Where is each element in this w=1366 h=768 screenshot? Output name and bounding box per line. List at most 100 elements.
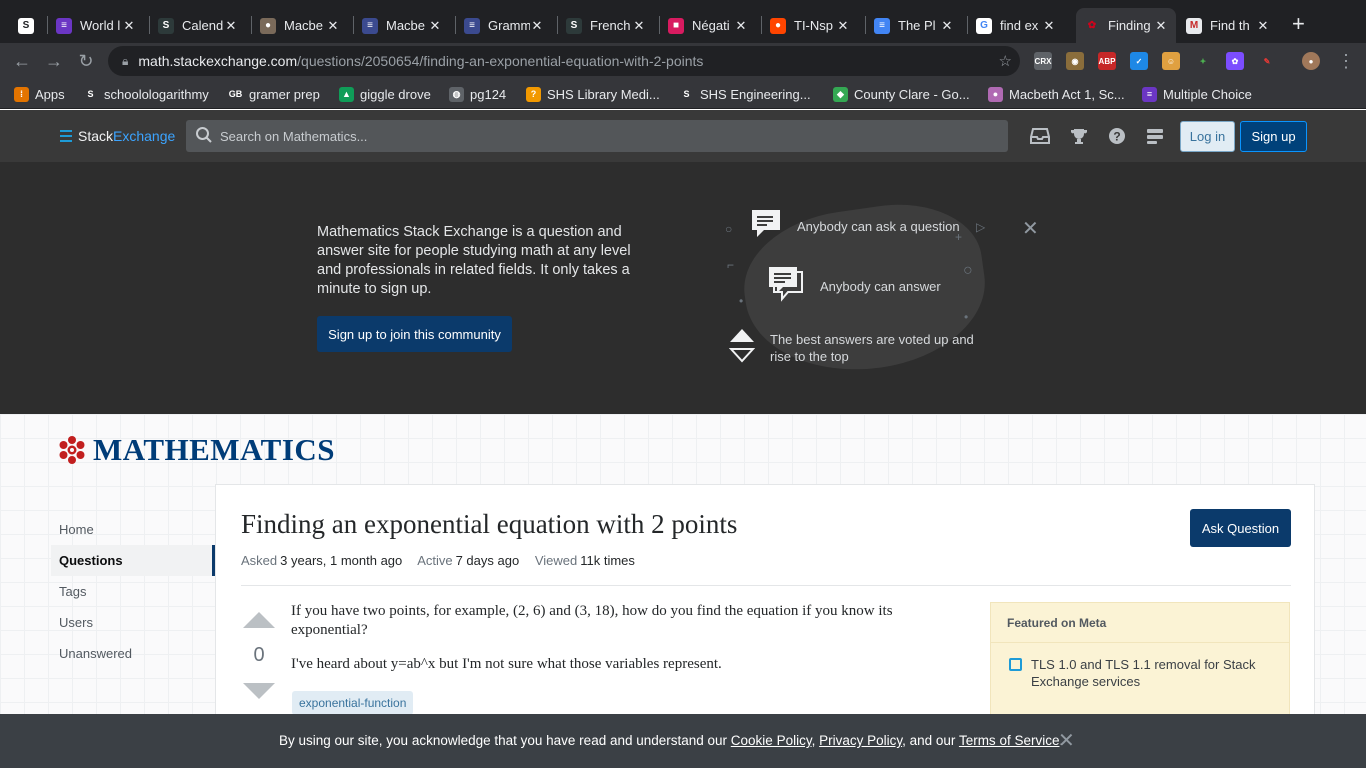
tab-close-icon[interactable]: ✕ xyxy=(326,18,340,34)
signup-button[interactable]: Sign up xyxy=(1240,121,1307,152)
left-sidebar-nav: Home Questions Tags Users Unanswered xyxy=(51,514,215,669)
cookie-policy-link[interactable]: Cookie Policy xyxy=(731,733,812,748)
site-search-input[interactable]: Search on Mathematics... xyxy=(186,120,1008,152)
featured-meta-link[interactable]: TLS 1.0 and TLS 1.1 removal for Stack Ex… xyxy=(1031,656,1271,690)
bookmark-item[interactable]: ⁞ Apps xyxy=(14,85,65,103)
doc-icon: ≡ xyxy=(362,17,378,34)
reload-icon[interactable]: ↻ xyxy=(74,49,98,73)
tab-close-icon[interactable]: ✕ xyxy=(1042,18,1056,34)
mathematics-logo[interactable]: MATHEMATICS xyxy=(58,432,335,468)
reddit-icon: ● xyxy=(770,17,786,34)
bookmark-item[interactable]: ≡ Multiple Choice xyxy=(1142,85,1252,103)
face-extension-icon[interactable]: ☺ xyxy=(1162,52,1180,70)
tag-exponential-function[interactable]: exponential-function xyxy=(292,691,414,715)
profile-avatar-icon[interactable]: ● xyxy=(1302,52,1320,70)
cookie-close-icon[interactable]: ✕ xyxy=(1058,728,1075,753)
meta-chat-icon xyxy=(1009,658,1022,671)
help-icon[interactable]: ? xyxy=(1107,126,1127,146)
asked-label: Asked xyxy=(241,553,278,568)
upvote-arrow-icon[interactable] xyxy=(243,612,275,628)
pen-extension-icon[interactable]: ✎ xyxy=(1258,52,1276,70)
bookmark-item[interactable]: ● Macbeth Act 1, Sc... xyxy=(988,85,1125,103)
check-extension-icon[interactable]: ✓ xyxy=(1130,52,1148,70)
browser-tab[interactable]: ≡ Macbe ✕ xyxy=(354,8,450,43)
grid-color-icon: ■ xyxy=(668,17,684,34)
site-switcher-icon[interactable] xyxy=(1145,126,1165,146)
new-tab-icon[interactable]: + xyxy=(1292,13,1305,35)
browser-tab[interactable]: Gfind ex ✕ xyxy=(968,8,1064,43)
lock-icon: 🔒︎ xyxy=(122,53,129,68)
hero-close-icon[interactable]: ✕ xyxy=(1022,216,1039,241)
stack-s-icon: S xyxy=(679,86,694,102)
adblock-extension-icon[interactable]: ABP xyxy=(1098,52,1116,70)
stack-s-icon: S xyxy=(158,17,174,34)
tab-close-icon[interactable]: ✕ xyxy=(734,18,748,34)
menu-kebab-icon[interactable]: ⋮ xyxy=(1334,49,1358,73)
downvote-arrow-icon[interactable] xyxy=(243,683,275,699)
hero-signup-button[interactable]: Sign up to join this community xyxy=(317,316,512,352)
nav-home[interactable]: Home xyxy=(51,514,215,545)
browser-tab[interactable]: ■ Négati ✕ xyxy=(660,8,756,43)
bookmark-star-icon[interactable]: ☆ xyxy=(999,52,1012,70)
featured-meta-item[interactable]: TLS 1.0 and TLS 1.1 removal for Stack Ex… xyxy=(1009,656,1271,690)
stack-exchange-logo[interactable]: Stack Exchange xyxy=(60,128,175,144)
stack-s-icon: S xyxy=(18,17,34,34)
browser-tab[interactable]: S xyxy=(10,8,42,43)
bookmark-item[interactable]: S SHS Engineering... xyxy=(679,85,811,103)
apps-grid-icon: ⁞ xyxy=(14,86,29,102)
browser-tab[interactable]: ● TI-Nsp ✕ xyxy=(762,8,858,43)
browser-tab[interactable]: S Calend ✕ xyxy=(150,8,246,43)
question-body: If you have two points, for example, (2,… xyxy=(291,602,961,689)
ask-question-button[interactable]: Ask Question xyxy=(1190,509,1291,547)
bookmark-item[interactable]: ? SHS Library Medi... xyxy=(526,85,660,103)
browser-tab[interactable]: ≡ World l ✕ xyxy=(48,8,144,43)
question-title[interactable]: Finding an exponential equation with 2 p… xyxy=(241,509,737,540)
tab-close-icon[interactable]: ✕ xyxy=(836,18,850,34)
terms-of-service-link[interactable]: Terms of Service xyxy=(959,733,1060,748)
inbox-icon[interactable] xyxy=(1030,126,1050,146)
tab-close-icon[interactable]: ✕ xyxy=(940,18,954,34)
browser-tab[interactable]: ● Macbe ✕ xyxy=(252,8,348,43)
tab-close-icon[interactable]: ✕ xyxy=(1154,18,1168,34)
login-button[interactable]: Log in xyxy=(1180,121,1235,152)
nav-users[interactable]: Users xyxy=(51,607,215,638)
privacy-policy-link[interactable]: Privacy Policy xyxy=(819,733,902,748)
crx-extension-icon[interactable]: CRX xyxy=(1034,52,1052,70)
browser-tab[interactable]: M Find th ✕ xyxy=(1178,8,1278,43)
browser-tab[interactable]: ✿ Finding ✕ xyxy=(1076,8,1176,43)
hero-item-vote: The best answers are voted up and rise t… xyxy=(770,332,974,364)
nav-tags[interactable]: Tags xyxy=(51,576,215,607)
active-value[interactable]: 7 days ago xyxy=(456,553,520,568)
tab-close-icon[interactable]: ✕ xyxy=(224,18,238,34)
gb-icon: GB xyxy=(228,86,243,102)
bookmark-item[interactable]: ◆ County Clare - Go... xyxy=(833,85,970,103)
tab-close-icon[interactable]: ✕ xyxy=(122,18,136,34)
bookmark-item[interactable]: ◍ pg124 xyxy=(449,85,506,103)
browser-tab[interactable]: ≡ Gramm ✕ xyxy=(456,8,552,43)
browser-tab[interactable]: S French ✕ xyxy=(558,8,654,43)
tab-close-icon[interactable]: ✕ xyxy=(530,18,544,34)
forward-icon[interactable]: → xyxy=(42,49,66,73)
nav-questions[interactable]: Questions xyxy=(51,545,215,576)
color-extension-icon[interactable]: ✿ xyxy=(1226,52,1244,70)
browser-tab[interactable]: ≡ The Pl ✕ xyxy=(866,8,962,43)
achievements-trophy-icon[interactable] xyxy=(1069,126,1089,146)
bookmark-item[interactable]: Sschoolologarithmy xyxy=(83,85,209,103)
tab-close-icon[interactable]: ✕ xyxy=(632,18,646,34)
url-host: math.stackexchange.com xyxy=(138,53,298,69)
bookmark-item[interactable]: GB gramer prep xyxy=(228,85,320,103)
bookmark-item[interactable]: ▲ giggle drove xyxy=(339,85,431,103)
nav-unanswered[interactable]: Unanswered xyxy=(51,638,215,669)
cookie-text: , and our xyxy=(902,733,959,748)
leaf-extension-icon[interactable]: ✦ xyxy=(1194,52,1212,70)
m-logo-icon: M xyxy=(1186,17,1202,34)
vote-arrows-icon xyxy=(729,329,755,363)
docs-icon: ≡ xyxy=(874,17,890,34)
tab-close-icon[interactable]: ✕ xyxy=(428,18,442,34)
deco-dot-icon: • xyxy=(739,294,744,308)
address-bar[interactable]: 🔒︎ math.stackexchange.com/questions/2050… xyxy=(108,46,1020,76)
maps-icon: ◆ xyxy=(833,86,848,102)
back-icon[interactable]: ← xyxy=(10,49,34,73)
tab-close-icon[interactable]: ✕ xyxy=(1256,18,1270,34)
owl-extension-icon[interactable]: ◉ xyxy=(1066,52,1084,70)
